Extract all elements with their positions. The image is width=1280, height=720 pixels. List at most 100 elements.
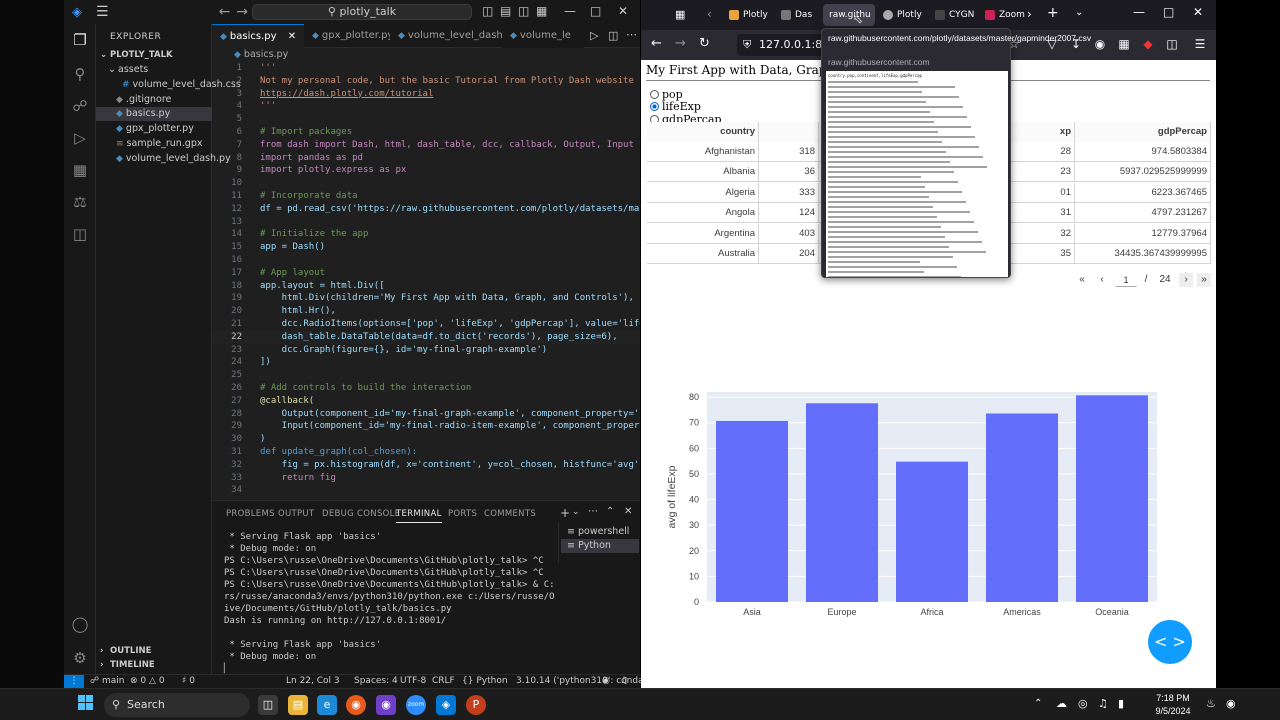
code-line[interactable]: 19 html.Div(children='My First App with … [212,292,640,305]
maximize-panel-icon[interactable]: ⌃ [606,506,614,517]
toggle-secondary-icon[interactable]: ◫ [518,4,529,18]
maximize-icon[interactable]: □ [590,4,601,18]
table-cell[interactable]: 36 [759,162,819,183]
encoding[interactable]: UTF-8 [400,675,426,688]
scroll-tabs-left-icon[interactable]: ‹ [707,7,712,21]
code-line[interactable]: 31 def update_graph(col_chosen): [212,446,640,459]
project-root[interactable]: ⌄ PLOTLY_TALK [96,48,212,62]
toggle-sidebar-icon[interactable]: ◫ [482,4,493,18]
radio-lifeexp[interactable]: lifeExp [650,100,701,113]
tab-plotly-2[interactable]: Plotly [877,4,929,26]
tab-output[interactable]: OUTPUT [278,509,314,519]
tree-item-css[interactable]: # volume_level_dash.css [96,78,241,92]
tab-gpx-plotter[interactable]: ◆ gpx_plotter.py [304,24,390,48]
notifications-icon[interactable]: ♫ [620,675,628,688]
explorer-icon[interactable]: ❐ [70,30,90,50]
ports-status[interactable]: ♯ 0 [182,675,195,688]
code-line[interactable]: 7 from dash import Dash, html, dash_table… [212,139,640,152]
table-cell[interactable]: 34435.367439999995 [1075,244,1211,264]
back-arrow-icon[interactable]: ← [219,4,231,20]
new-tab-icon[interactable]: + [1047,5,1059,21]
search-icon[interactable]: ⚲ [70,64,90,84]
table-header-cell[interactable]: country [647,122,759,142]
table-cell[interactable]: 403 [759,223,819,244]
table-cell[interactable]: Argentina [647,223,759,244]
close-panel-icon[interactable]: ✕ [624,506,632,517]
tab-ports[interactable]: PORTS [448,509,477,519]
code-line[interactable]: 3 https://dash.plotly.com/tutorial [212,88,640,101]
tab-cygn[interactable]: CYGN [929,4,979,26]
extensions-icon[interactable]: ▦ [1117,37,1131,51]
tab-raw-github[interactable]: raw.githu [823,4,875,26]
tab-zoom[interactable]: Zoom [979,4,1025,26]
first-page-icon[interactable]: « [1075,273,1089,287]
tab-comments[interactable]: COMMENTS [484,509,536,519]
indentation[interactable]: Spaces: 4 [354,675,398,688]
tab-volume-level-2[interactable]: ◆ volume_le [502,24,584,48]
code-line[interactable]: 1 ''' [212,62,640,75]
more-actions-icon[interactable]: ⋯ [626,28,637,41]
account-icon[interactable]: ◯ [70,614,90,634]
tab-plotly-1[interactable]: Plotly [723,4,773,26]
table-header-cell[interactable]: gdpPercap [1075,122,1211,142]
code-line[interactable]: 16 [212,254,640,267]
table-cell[interactable]: 4797.231267 [1075,203,1211,224]
testing-icon[interactable]: ⚖ [70,192,90,212]
reload-icon[interactable]: ↻ [699,36,710,51]
tree-item-assets[interactable]: ⌄ assets [96,63,212,77]
toggle-panel-icon[interactable]: ▤ [500,4,511,18]
zoom-icon[interactable]: zoom [406,695,426,715]
code-line[interactable]: 34 [212,484,640,497]
code-line[interactable]: 27 @callback( [212,395,640,408]
ublock-icon[interactable]: ◆ [1141,37,1155,51]
minimize-icon[interactable]: — [1133,5,1145,19]
file-explorer-icon[interactable]: ▤ [288,695,308,715]
code-line[interactable]: 13 [212,216,640,229]
table-cell[interactable]: 204 [759,244,819,264]
table-cell[interactable]: 12779.37964 [1075,223,1211,244]
line-ending[interactable]: CRLF [432,675,455,688]
run-icon[interactable]: ▷ [590,29,598,42]
app-menu-icon[interactable]: ☰ [1193,37,1207,51]
terminal-python[interactable]: ≡ Python [561,539,639,553]
tab-dash[interactable]: Das [775,4,823,26]
last-page-icon[interactable]: » [1197,273,1211,287]
system-clock[interactable]: 7:18 PM 9/5/2024 [1148,692,1198,718]
tab-basics[interactable]: ◆ basics.py ✕ [212,24,304,48]
language-mode[interactable]: {} Python [462,675,508,688]
code-line[interactable]: 15 app = Dash() [212,241,640,254]
close-tab-icon[interactable]: ✕ [288,31,296,42]
tab-debug-console[interactable]: DEBUG CONSOLE [322,509,400,519]
share-icon[interactable]: ◫ [1165,37,1179,51]
minimize-icon[interactable]: — [564,4,576,18]
code-line[interactable]: 30) [212,433,640,446]
table-cell[interactable]: 333 [759,182,819,203]
windows-start-icon[interactable] [78,695,94,711]
vscode-taskbar-icon[interactable]: ◈ [436,695,456,715]
account-icon[interactable]: ◉ [1093,37,1107,51]
previous-page-icon[interactable]: ‹ [1095,273,1109,287]
copilot-icon[interactable]: ◉ [602,675,610,688]
wifi-icon[interactable]: ◎ [1078,697,1088,710]
split-editor-icon[interactable]: ◫ [608,29,618,42]
tree-item-gitignore[interactable]: ◆ .gitignore [96,93,212,107]
volume-icon[interactable]: ♫ [1098,697,1108,710]
battery-icon[interactable]: ▮ [1118,697,1124,710]
table-cell[interactable]: Afghanistan [647,142,759,162]
code-line[interactable]: 26 # Add controls to build the interactio… [212,382,640,395]
outline-section[interactable]: › OUTLINE [96,644,212,658]
maximize-icon[interactable]: □ [1163,5,1174,19]
code-line[interactable]: 17 # App layout [212,267,640,280]
code-line[interactable]: 25 [212,369,640,382]
table-cell[interactable]: 318 [759,142,819,162]
code-line[interactable]: 5 [212,113,640,126]
code-line[interactable]: 12 df = pd.read_csv('https://raw.githubus… [212,203,640,216]
code-line[interactable]: 28 Output(component_id='my-final-graph-e… [212,408,640,421]
code-line[interactable]: 18 app.layout = html.Div([ [212,280,640,293]
notifications-bell-icon[interactable]: ♨ [1206,697,1216,710]
table-cell[interactable]: 6223.367465 [1075,182,1211,203]
bar-chart[interactable]: 0 10 20 30 40 50 60 70 80 Asia Europe Africa America… [641,328,1216,639]
code-line[interactable]: 20 html.Hr(), [212,305,640,318]
table-header-cell[interactable] [759,122,819,142]
close-icon[interactable]: ✕ [1193,5,1203,19]
